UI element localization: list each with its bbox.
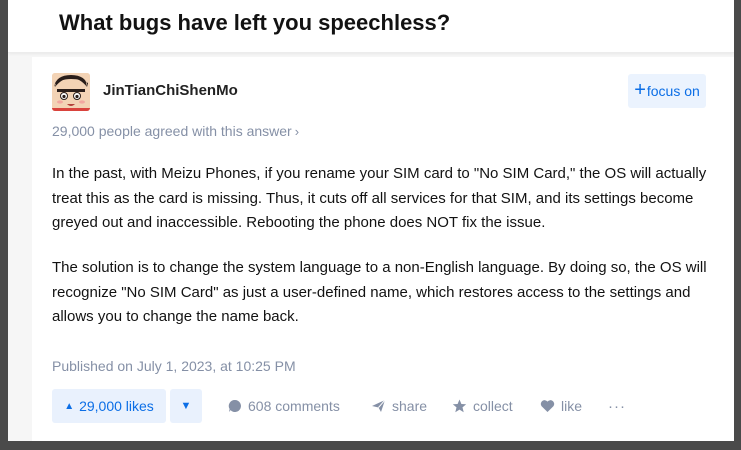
answer-paragraph: In the past, with Meizu Phones, if you r… [52, 165, 707, 231]
more-options-icon[interactable]: ··· [608, 389, 626, 423]
published-time[interactable]: Published on July 1, 2023, at 10:25 PM [52, 358, 296, 374]
like-label: like [561, 398, 583, 414]
question-header: What bugs have left you speechless? [8, 0, 734, 53]
cartoon-avatar-icon [52, 73, 90, 111]
collect-label: collect [473, 398, 513, 414]
share-arrow-icon [372, 399, 386, 412]
agreed-text: 29,000 people agreed with this answer [52, 123, 292, 139]
chevron-right-icon: › [294, 124, 300, 139]
like-button[interactable]: like [540, 389, 582, 423]
comments-label: 608 comments [248, 398, 340, 414]
plus-icon: + [634, 79, 646, 101]
share-label: share [392, 398, 428, 414]
focus-on-button[interactable]: + focus on [628, 74, 706, 108]
answer-card: JinTianChiShenMo + focus on 29,000 peopl… [32, 57, 734, 441]
comment-bubble-icon [228, 399, 241, 412]
focus-on-label: focus on [646, 83, 700, 99]
upvote-button[interactable]: ▲ 29,000 likes [52, 389, 166, 423]
triangle-down-icon: ▼ [180, 400, 192, 412]
author-avatar[interactable] [52, 73, 90, 111]
collect-button[interactable]: collect [452, 389, 513, 423]
upvote-label: 29,000 likes [79, 398, 154, 414]
heart-icon [540, 400, 555, 412]
question-title[interactable]: What bugs have left you speechless? [59, 10, 450, 36]
answer-paragraph: The solution is to change the system lan… [52, 259, 707, 325]
author-name[interactable]: JinTianChiShenMo [103, 82, 238, 99]
agreed-count-link[interactable]: 29,000 people agreed with this answer › [52, 123, 299, 139]
answer-page: What bugs have left you speechless? JinT… [8, 0, 734, 441]
star-icon [452, 399, 467, 413]
action-bar: ▲ 29,000 likes ▼ 608 comments share coll… [52, 389, 712, 423]
comments-button[interactable]: 608 comments [228, 389, 340, 423]
triangle-up-icon: ▲ [64, 400, 75, 412]
share-button[interactable]: share [371, 389, 427, 423]
downvote-button[interactable]: ▼ [170, 389, 202, 423]
